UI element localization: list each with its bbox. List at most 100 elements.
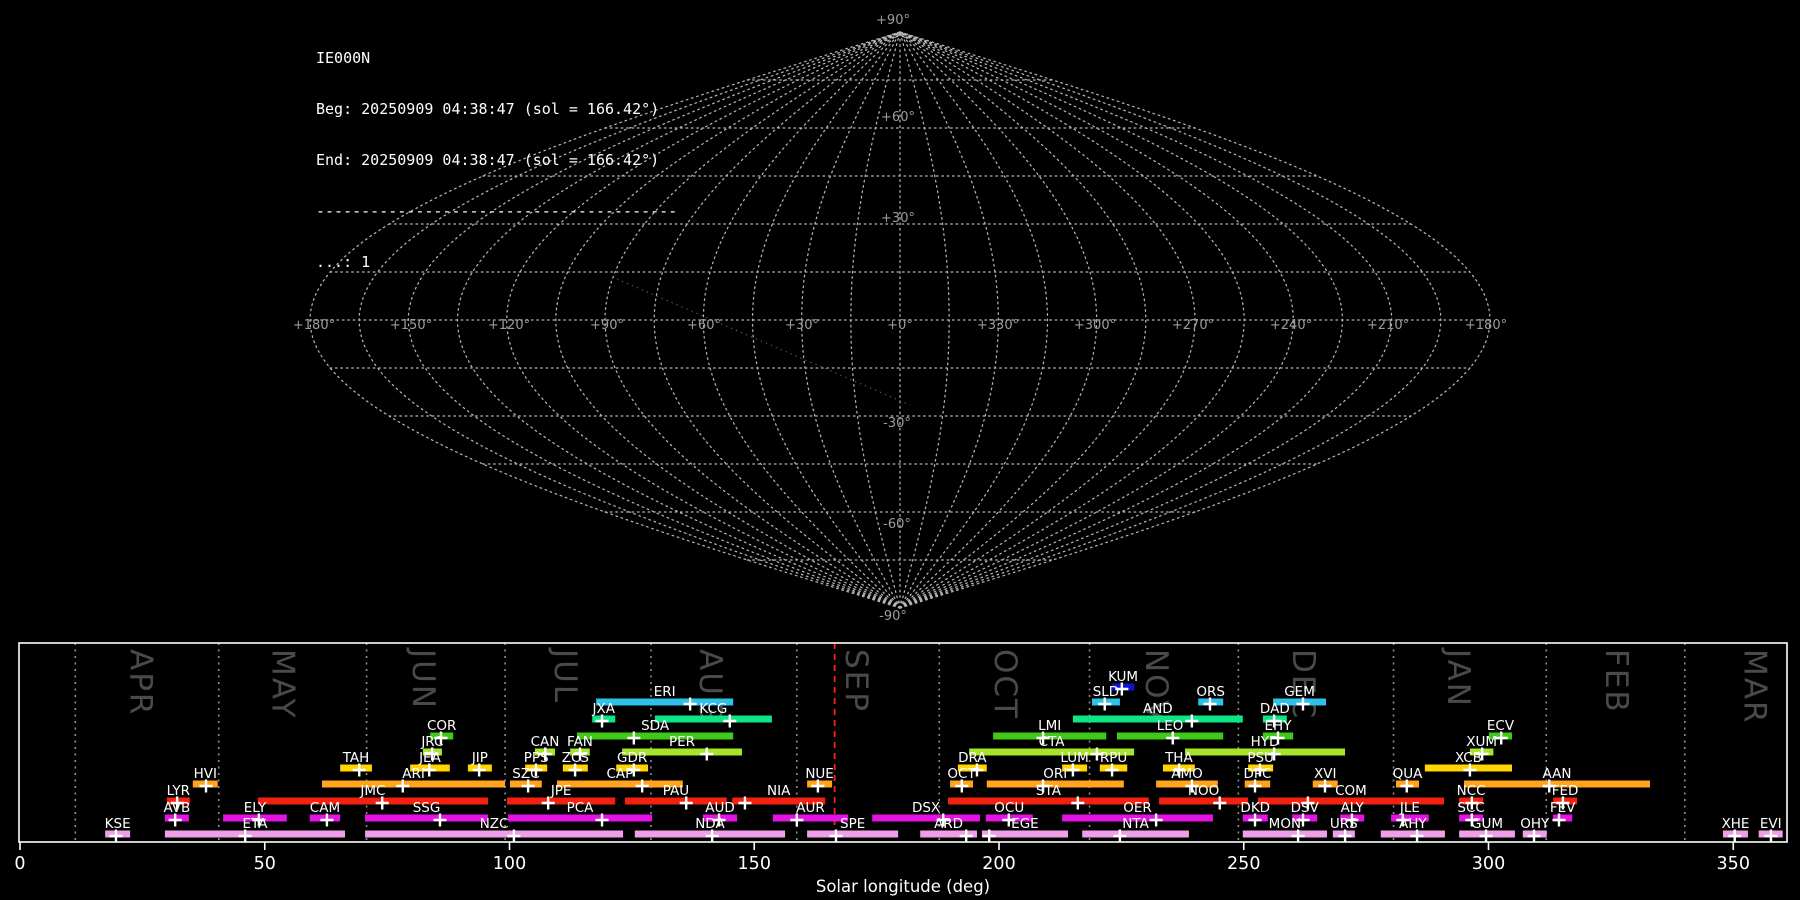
lon-grid-label: +180° (1465, 318, 1507, 333)
shower-label-LYR: LYR (167, 783, 190, 799)
shower-label-DSV: DSV (1291, 800, 1320, 816)
shower-label-FED: FED (1552, 783, 1579, 799)
lon-grid-label: +180° (293, 318, 335, 333)
lon-grid-label: +90° (590, 318, 624, 333)
month-label: JAN (1440, 647, 1476, 708)
lon-grid-label: +330° (977, 318, 1019, 333)
shower-label-URS: URS (1330, 816, 1358, 832)
shower-label-LMI: LMI (1038, 718, 1061, 734)
info-block: IE000N Beg: 20250909 04:38:47 (sol = 166… (316, 16, 677, 305)
lat-grid-label: -30° (883, 416, 911, 431)
x-axis-tick-label: 300 (1472, 854, 1505, 874)
lon-grid-label: +210° (1367, 318, 1409, 333)
shower-label-JPE: JPE (550, 783, 572, 799)
shower-label-GDR: GDR (617, 750, 647, 766)
shower-label-NTA: NTA (1122, 816, 1149, 832)
shower-label-AUR: AUR (796, 800, 825, 816)
x-axis-tick-label: 200 (982, 854, 1015, 874)
lon-grid-label: +150° (390, 318, 432, 333)
lon-grid-label: +0° (887, 318, 913, 333)
lon-grid-label: +300° (1074, 318, 1116, 333)
shower-row-violet: KSE ETA NZC NDA SPE ARD EGE NTA MON URS AHY GUM OHY X… (105, 816, 1783, 843)
radiant-map-screen: +90° +60° +30° -30° -60° -90° +180° +150° +120° +… (0, 0, 1800, 900)
shower-label-DSX: DSX (912, 800, 940, 816)
lon-grid-label: +120° (488, 318, 530, 333)
shower-label-LUM: LUM (1060, 750, 1088, 766)
shower-label-NIA: NIA (767, 783, 791, 799)
lat-grid-label: +90° (876, 13, 910, 28)
shower-label-KUM: KUM (1108, 669, 1138, 685)
shower-label-ARD: ARD (934, 816, 963, 832)
station-id: IE000N (316, 49, 371, 67)
month-label: JUL (547, 647, 583, 704)
shower-label-AAN: AAN (1543, 766, 1572, 782)
shower-label-KSE: KSE (105, 816, 131, 832)
shower-label-AVB: AVB (163, 800, 190, 816)
shower-label-ELY: ELY (244, 800, 267, 816)
shower-label-EGE: EGE (1011, 816, 1039, 832)
shower-label-SDA: SDA (641, 718, 670, 734)
shower-label-MON: MON (1269, 816, 1301, 832)
x-axis-tick-label: 350 (1717, 854, 1750, 874)
shower-label-AHY: AHY (1399, 816, 1427, 832)
x-axis-tick-label: 150 (738, 854, 771, 874)
end-time: End: 20250909 04:38:47 (sol = 166.42°) (316, 151, 660, 169)
month-label: JUN (405, 647, 441, 710)
month-label: MAY (264, 649, 300, 719)
shower-label-GEM: GEM (1284, 684, 1315, 700)
shower-label-ERI: ERI (654, 684, 676, 700)
lat-grid-label: -90° (879, 609, 907, 624)
shower-label-NZC: NZC (480, 816, 509, 832)
month-label: SEP (838, 649, 874, 713)
month-label: OCT (987, 649, 1023, 720)
begin-time: Beg: 20250909 04:38:47 (sol = 166.42°) (316, 100, 660, 118)
shower-label-XCB: XCB (1455, 750, 1482, 766)
shower-label-NUE: NUE (805, 766, 834, 782)
shower-label-AND: AND (1143, 701, 1173, 717)
x-axis-tick-label: 250 (1227, 854, 1260, 874)
shower-row-red: LYR JMC JPE PAU NIA STA NOO COM NCC FED (167, 783, 1579, 810)
activity-timeline: APR MAY JUN JUL AUG SEP OCT NOV DEC JAN FEB MARKUME… (14, 642, 1788, 896)
meteor-count: ...: 1 (316, 253, 371, 271)
shower-label-ARI: ARI (402, 766, 425, 782)
shower-label-DPC: DPC (1243, 766, 1271, 782)
x-axis-title: Solar longitude (deg) (816, 877, 990, 896)
x-axis-tick-label: 100 (493, 854, 526, 874)
shower-label-SSG: SSG (413, 800, 441, 816)
shower-label-PER: PER (669, 734, 695, 750)
shower-label-RPU: RPU (1100, 750, 1127, 766)
shower-label-SPE: SPE (840, 816, 865, 832)
x-axis-tick-label: 50 (254, 854, 276, 874)
shower-label-KCG: KCG (699, 701, 727, 717)
shower-label-CAP: CAP (606, 766, 633, 782)
shower-label-ORI: ORI (1043, 766, 1067, 782)
lat-grid-label: +60° (881, 110, 915, 125)
shower-label-NOO: NOO (1188, 783, 1219, 799)
shower-label-CAM: CAM (310, 800, 340, 816)
month-label: MAR (1737, 649, 1773, 725)
lat-grid-label: -60° (883, 517, 911, 532)
divider-line: ---------------------------------------- (316, 202, 678, 220)
shower-label-COM: COM (1335, 783, 1367, 799)
lat-grid-label: +30° (881, 211, 915, 226)
shower-label-OER: OER (1123, 800, 1152, 816)
shower-label-TAH: TAH (342, 750, 370, 766)
shower-label-AMO: AMO (1171, 766, 1203, 782)
x-axis-tick-label: 0 (14, 854, 25, 874)
lon-grid-label: +240° (1270, 318, 1312, 333)
shower-label-FEV: FEV (1550, 800, 1576, 816)
month-label: FEB (1598, 649, 1634, 714)
radiant-activity-plot: +90° +60° +30° -30° -60° -90° +180° +150° +120° +… (14, 13, 1788, 896)
shower-label-LEO: LEO (1157, 718, 1184, 734)
shower-label-PCA: PCA (567, 800, 595, 816)
shower-label-JXA: JXA (591, 701, 615, 717)
shower-label-NDA: NDA (695, 816, 725, 832)
lon-grid-label: +30° (785, 318, 819, 333)
shower-label-CTA: CTA (1039, 734, 1066, 750)
shower-label-SZC: SZC (512, 766, 539, 782)
lon-grid-label: +60° (687, 318, 721, 333)
shower-label-STA: STA (1036, 783, 1062, 799)
shower-label-DRA: DRA (958, 750, 987, 766)
shower-label-SLD: SLD (1093, 684, 1120, 700)
month-label: APR (122, 649, 158, 716)
